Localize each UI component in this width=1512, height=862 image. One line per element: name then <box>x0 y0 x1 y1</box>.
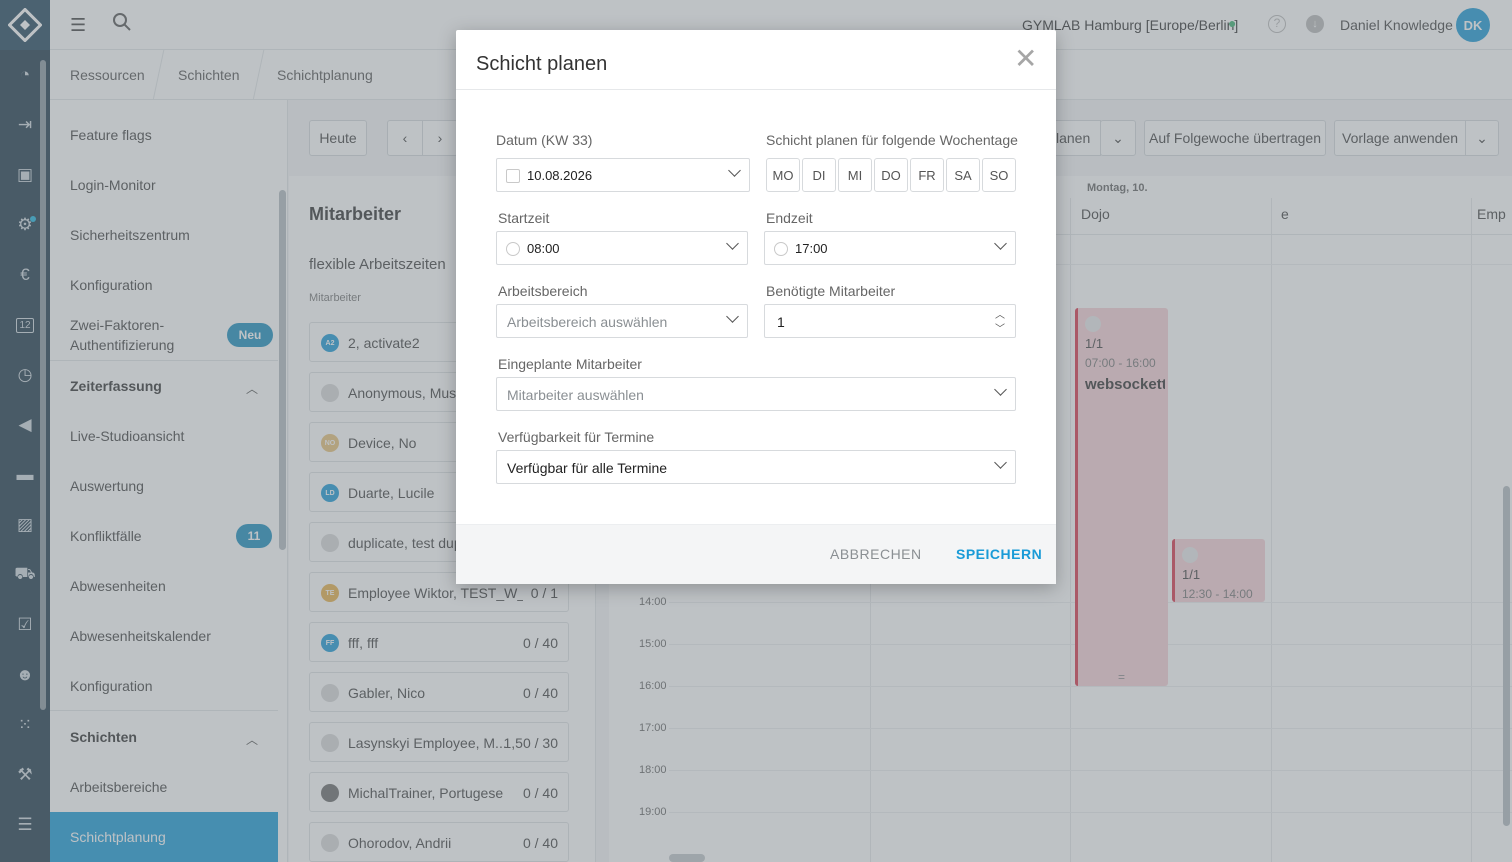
end-time-field[interactable]: 17:00 <box>764 231 1016 265</box>
save-button[interactable]: SPEICHERN <box>956 546 1042 562</box>
stepper-down-icon[interactable]: ﹀ <box>995 320 1005 335</box>
weekday-mo[interactable]: MO <box>766 158 800 192</box>
weekday-di[interactable]: DI <box>802 158 836 192</box>
weekdays-label: Schicht planen für folgende Wochentage <box>766 132 1018 148</box>
date-value: 10.08.2026 <box>527 168 593 183</box>
weekday-mi[interactable]: MI <box>838 158 872 192</box>
plan-shift-dialog: Schicht planen ✕ Datum (KW 33) 10.08.202… <box>456 30 1056 584</box>
end-time-value: 17:00 <box>795 241 828 256</box>
weekday-fr[interactable]: FR <box>910 158 944 192</box>
chevron-down-icon <box>994 383 1007 396</box>
clock-icon <box>506 242 520 256</box>
date-field[interactable]: 10.08.2026 <box>496 158 750 192</box>
availability-select[interactable]: Verfügbar für alle Termine <box>496 450 1016 484</box>
chevron-down-icon <box>726 237 739 250</box>
needed-employees-label: Benötigte Mitarbeiter <box>766 283 896 299</box>
calendar-icon <box>506 169 520 183</box>
chevron-down-icon <box>994 237 1007 250</box>
area-label: Arbeitsbereich <box>498 283 588 299</box>
end-time-label: Endzeit <box>766 210 813 226</box>
dialog-header: Schicht planen ✕ <box>456 30 1056 90</box>
area-placeholder: Arbeitsbereich auswählen <box>507 314 668 330</box>
chevron-down-icon <box>726 310 739 323</box>
planned-employees-select[interactable]: Mitarbeiter auswählen <box>496 377 1016 411</box>
availability-label: Verfügbarkeit für Termine <box>498 429 655 445</box>
area-select[interactable]: Arbeitsbereich auswählen <box>496 304 748 338</box>
date-label: Datum (KW 33) <box>496 132 593 148</box>
weekday-so[interactable]: SO <box>982 158 1016 192</box>
needed-employees-stepper[interactable]: 1 ︿ ﹀ <box>764 304 1016 338</box>
planned-employees-label: Eingeplante Mitarbeiter <box>498 356 642 372</box>
close-icon[interactable]: ✕ <box>1014 44 1037 74</box>
chevron-down-icon <box>728 164 741 177</box>
start-time-value: 08:00 <box>527 241 560 256</box>
needed-employees-value: 1 <box>777 314 785 330</box>
planned-employees-placeholder: Mitarbeiter auswählen <box>507 387 644 403</box>
start-time-label: Startzeit <box>498 210 550 226</box>
clock-icon <box>774 242 788 256</box>
cancel-button[interactable]: ABBRECHEN <box>830 546 922 562</box>
availability-value: Verfügbar für alle Termine <box>507 460 668 476</box>
start-time-field[interactable]: 08:00 <box>496 231 748 265</box>
dialog-footer: ABBRECHEN SPEICHERN <box>456 524 1056 584</box>
weekday-sa[interactable]: SA <box>946 158 980 192</box>
weekday-do[interactable]: DO <box>874 158 908 192</box>
stepper-up-icon[interactable]: ︿ <box>995 306 1005 321</box>
chevron-down-icon <box>994 456 1007 469</box>
dialog-title: Schicht planen <box>476 53 608 75</box>
